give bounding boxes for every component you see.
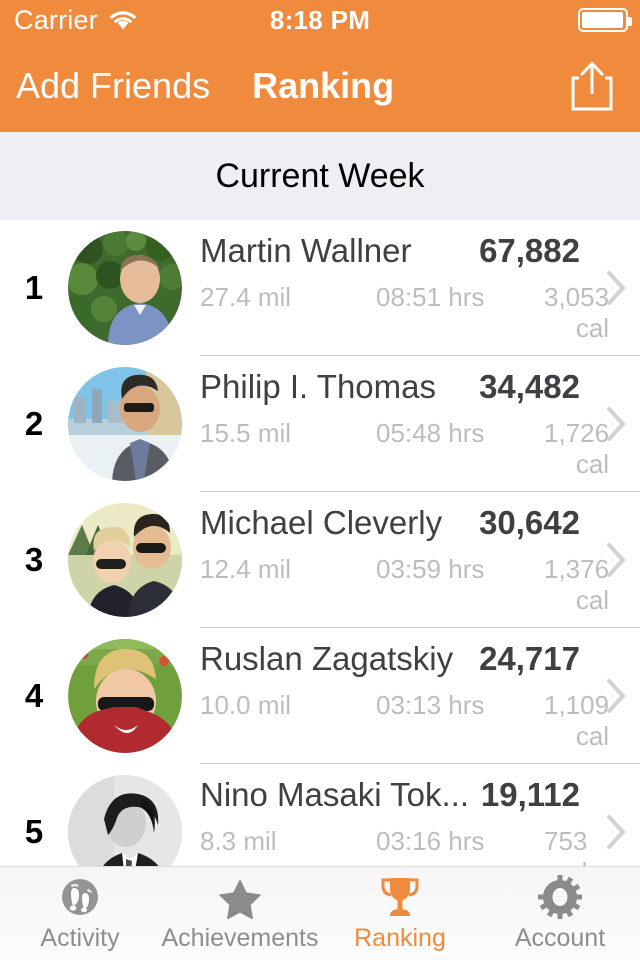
tab-label-activity: Activity <box>40 923 120 952</box>
rank-number: 2 <box>24 405 44 442</box>
share-button[interactable] <box>570 60 614 112</box>
avatar <box>68 775 182 866</box>
user-name: Philip I. Thomas <box>200 368 436 405</box>
chevron-right-icon[interactable] <box>594 270 640 306</box>
user-distance: 10.0 mil <box>200 690 292 720</box>
tab-achievements[interactable]: Achievements <box>160 867 320 960</box>
table-row[interactable]: 5 Nino Masaki Tok... 19,112 8.3 mil 03:1… <box>0 764 640 866</box>
user-score: 67,882 <box>479 232 580 269</box>
user-duration: 03:59 hrs <box>376 554 485 584</box>
share-icon <box>570 60 614 112</box>
chevron-right-icon[interactable] <box>594 678 640 714</box>
tab-activity[interactable]: Activity <box>0 867 160 960</box>
table-row[interactable]: 1 Martin Wallner 67,882 27.4 mil 08:51 h… <box>0 220 640 356</box>
user-score: 30,642 <box>479 504 580 541</box>
gear-icon <box>538 874 582 919</box>
rank-number: 3 <box>24 541 44 578</box>
navigation-bar: Add Friends Ranking <box>0 40 640 132</box>
battery-icon <box>578 8 632 32</box>
section-header-title: Current Week <box>215 156 425 195</box>
row-content: Ruslan Zagatskiy 24,717 10.0 mil 03:13 h… <box>182 640 609 752</box>
user-duration: 05:48 hrs <box>376 418 485 448</box>
trophy-icon <box>378 875 422 919</box>
user-name: Michael Cleverly <box>200 504 443 541</box>
tab-ranking[interactable]: Ranking <box>320 867 480 960</box>
user-score: 34,482 <box>479 368 580 405</box>
chevron-right-icon[interactable] <box>594 542 640 578</box>
tab-label-account: Account <box>514 923 606 952</box>
add-friends-button[interactable]: Add Friends <box>0 65 210 107</box>
avatar <box>68 367 182 481</box>
user-name: Martin Wallner <box>200 232 412 269</box>
footprints-icon <box>58 875 102 919</box>
tab-label-achievements: Achievements <box>161 923 319 952</box>
chevron-right-icon[interactable] <box>594 406 640 442</box>
tab-bar: Activity Achievements Ranking Account <box>0 866 640 960</box>
user-score: 19,112 <box>480 776 580 813</box>
user-duration: 08:51 hrs <box>376 282 485 312</box>
row-content: Philip I. Thomas 34,482 15.5 mil 05:48 h… <box>182 368 609 480</box>
user-calories: 753 cal <box>544 826 588 866</box>
user-name: Ruslan Zagatskiy <box>200 640 454 677</box>
user-name: Nino Masaki Tok... <box>200 776 469 813</box>
tab-label-ranking: Ranking <box>354 923 446 952</box>
user-score: 24,717 <box>479 640 580 677</box>
rank-number: 1 <box>24 269 44 306</box>
table-row[interactable]: 4 Ruslan Zagatskiy 24,717 10.0 mil 03:13… <box>0 628 640 764</box>
status-bar-time: 8:18 PM <box>269 4 371 35</box>
star-icon <box>218 875 262 919</box>
user-duration: 03:16 hrs <box>376 826 485 856</box>
rank-number: 4 <box>24 677 44 714</box>
rank-number: 5 <box>24 813 44 850</box>
user-distance: 8.3 mil <box>200 826 277 856</box>
chevron-right-icon[interactable] <box>594 814 640 850</box>
tab-account[interactable]: Account <box>480 867 640 960</box>
table-row[interactable]: 3 Michael Cleverly 30,642 12.4 mil 03:59… <box>0 492 640 628</box>
section-header-current-week: Current Week <box>0 132 640 220</box>
ranking-list[interactable]: 1 Martin Wallner 67,882 27.4 mil 08:51 h… <box>0 220 640 866</box>
app-screen: Carrier 8:18 PM Add Friends Ranking Curr… <box>0 0 640 960</box>
avatar <box>68 639 182 753</box>
table-row[interactable]: 2 Philip I. Thomas 34,482 15.5 mil 05:48… <box>0 356 640 492</box>
avatar <box>68 503 182 617</box>
row-content: Nino Masaki Tok... 19,112 8.3 mil 03:16 … <box>182 776 594 866</box>
user-distance: 15.5 mil <box>200 418 292 448</box>
user-duration: 03:13 hrs <box>376 690 485 720</box>
row-content: Michael Cleverly 30,642 12.4 mil 03:59 h… <box>182 504 609 616</box>
status-bar: Carrier 8:18 PM <box>0 0 640 40</box>
avatar <box>68 231 182 345</box>
user-distance: 27.4 mil <box>200 282 292 312</box>
row-content: Martin Wallner 67,882 27.4 mil 08:51 hrs… <box>182 232 609 344</box>
page-title: Ranking <box>252 65 395 106</box>
user-distance: 12.4 mil <box>200 554 292 584</box>
